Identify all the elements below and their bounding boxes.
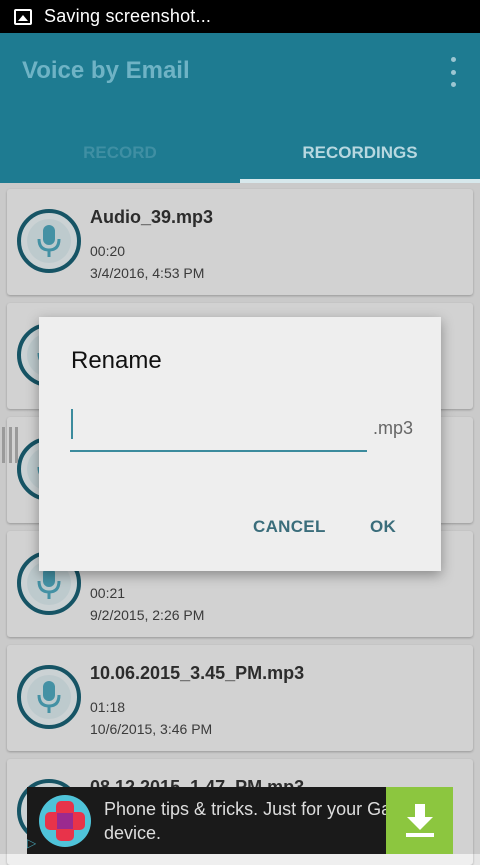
ad-choices-icon[interactable]: ▷ (27, 836, 45, 854)
rename-dialog: Rename .mp3 CANCEL OK (39, 317, 441, 571)
status-bar: Saving screenshot... (0, 0, 480, 33)
rename-input[interactable] (70, 406, 367, 452)
cancel-button[interactable]: CANCEL (253, 517, 326, 537)
ad-banner[interactable]: Phone tips & tricks. Just for your Galax… (27, 787, 453, 854)
drag-handle[interactable] (2, 427, 18, 463)
download-icon (405, 803, 434, 837)
app-title: Voice by Email (22, 57, 190, 84)
status-text: Saving screenshot... (44, 6, 212, 26)
app-bar: Voice by Email RECORD RECORDINGS (0, 33, 480, 183)
tab-record[interactable]: RECORD (0, 123, 240, 183)
image-icon (14, 8, 32, 25)
ok-button[interactable]: OK (370, 517, 396, 537)
overflow-menu-icon[interactable] (448, 57, 458, 87)
dialog-title: Rename (71, 347, 162, 374)
file-extension-label: .mp3 (373, 418, 414, 438)
text-cursor (71, 409, 73, 439)
tab-recordings[interactable]: RECORDINGS (240, 123, 480, 183)
medical-cross-icon (39, 795, 91, 847)
tab-bar: RECORD RECORDINGS (0, 123, 480, 183)
download-button[interactable] (386, 787, 453, 854)
